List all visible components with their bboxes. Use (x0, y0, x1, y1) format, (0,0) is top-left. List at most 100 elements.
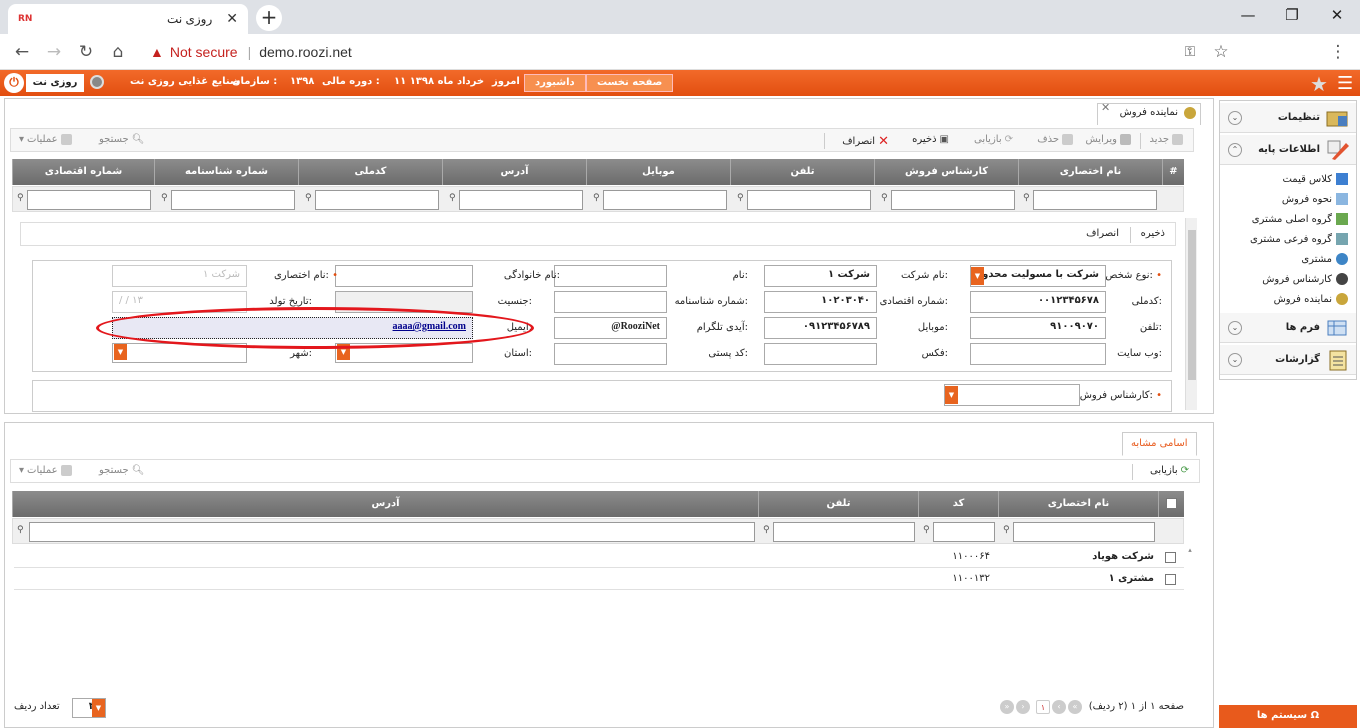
dropdown-arrow-icon[interactable]: ▼ (945, 386, 958, 404)
delete-button[interactable]: حذف (1037, 134, 1073, 145)
table-row[interactable]: مشتری ۱ ۱۱۰۰۱۳۲ (14, 568, 1184, 590)
operations-menu[interactable]: ▾ عملیات (19, 134, 72, 145)
last-page-icon[interactable]: » (1000, 700, 1014, 714)
row-checkbox[interactable] (1165, 574, 1176, 585)
person-type-select[interactable]: شرکت با مسولیت محدود (970, 265, 1106, 287)
close-tab-icon[interactable]: ✕ (1101, 101, 1110, 114)
national-code-input[interactable]: ۰۰۱۲۳۴۵۶۷۸ (970, 291, 1106, 313)
chevron-up-icon[interactable]: ⌃ (1228, 143, 1242, 157)
filter-icon[interactable]: ⚲ (763, 525, 770, 535)
filter-icon[interactable]: ⚲ (17, 525, 24, 535)
sidebar-item-sale-method[interactable]: نحوه فروش (1282, 193, 1348, 205)
new-tab-button[interactable]: + (256, 5, 282, 31)
col-phone[interactable]: تلفن (730, 159, 874, 185)
filter-icon[interactable]: ⚲ (593, 193, 600, 203)
website-input[interactable] (970, 343, 1106, 365)
table-row[interactable]: شرکت هویاد ۱۱۰۰۰۶۴ (14, 546, 1184, 568)
chevron-down-icon[interactable]: ⌄ (1228, 111, 1242, 125)
col-address[interactable]: آدرس (12, 491, 758, 517)
edit-button[interactable]: ویرایش (1086, 134, 1131, 145)
col-id-no[interactable]: شماره شناسنامه (154, 159, 298, 185)
browser-menu-icon[interactable]: ⋮ (1328, 42, 1348, 62)
dropdown-arrow-icon[interactable]: ▼ (114, 344, 127, 360)
filter-mobile[interactable] (603, 190, 727, 210)
sidebar-item-sales-expert[interactable]: کارشناس فروش (1262, 273, 1348, 285)
phone-input[interactable]: ۹۱۰۰۹۰۷۰ (970, 317, 1106, 339)
prev-page-icon[interactable]: ‹ (1052, 700, 1066, 714)
last-name-input[interactable] (335, 265, 473, 287)
tab-similar-names[interactable]: اسامی مشابه (1122, 432, 1197, 456)
back-icon[interactable]: ← (12, 42, 32, 62)
col-code[interactable]: کد (918, 491, 998, 517)
bookmark-star-icon[interactable]: ☆ (1211, 42, 1231, 62)
settings-circle-icon[interactable] (90, 75, 104, 89)
filter-icon[interactable]: ⚲ (161, 193, 168, 203)
chevron-down-icon[interactable]: ⌄ (1228, 321, 1242, 335)
cancel-button[interactable]: انصراف ✕ (842, 134, 889, 149)
row-checkbox[interactable] (1165, 552, 1176, 563)
sidebar-forms[interactable]: فرم ها ⌄ (1220, 313, 1356, 343)
current-page[interactable]: ۱ (1036, 700, 1050, 714)
new-button[interactable]: جدید (1150, 134, 1183, 145)
chevron-down-icon[interactable]: ⌄ (1228, 353, 1242, 367)
minimize-icon[interactable]: — (1236, 6, 1260, 24)
sidebar-base-info[interactable]: اطلاعات پایه ⌃ (1220, 135, 1356, 165)
similar-search-button[interactable]: جستجو 🔍︎ (99, 465, 144, 476)
similar-scrollbar[interactable]: ▴ (1184, 546, 1196, 692)
home-icon[interactable]: ⌂ (108, 42, 128, 62)
filter-icon[interactable]: ⚲ (1003, 525, 1010, 535)
sidebar-item-customer[interactable]: مشتری (1301, 253, 1348, 265)
filter-short-name[interactable] (1033, 190, 1157, 210)
filter-code[interactable] (933, 522, 995, 542)
filter-icon[interactable]: ⚲ (449, 193, 456, 203)
browser-tab[interactable]: RN روزی نت ✕ (8, 4, 248, 34)
filter-phone[interactable] (747, 190, 871, 210)
select-all-checkbox[interactable] (1166, 498, 1177, 509)
col-short-name[interactable]: نام اختصاری (1018, 159, 1162, 185)
systems-button[interactable]: سیستم ها Ω (1219, 705, 1357, 728)
company-name-input[interactable]: شرکت ۱ (764, 265, 877, 287)
col-national-code[interactable]: کدملی (298, 159, 442, 185)
search-button[interactable]: جستجو 🔍︎ (99, 134, 144, 145)
forward-icon[interactable]: → (44, 42, 64, 62)
filter-icon[interactable]: ⚲ (305, 193, 312, 203)
telegram-input[interactable]: @RooziNet (554, 317, 667, 339)
filter-phone[interactable] (773, 522, 915, 542)
save-button[interactable]: ذخیره ▣ (912, 134, 949, 145)
reload-icon[interactable]: ↻ (76, 42, 96, 62)
power-icon[interactable]: ⏻ (4, 73, 24, 93)
col-sales-expert[interactable]: کارشناس فروش (874, 159, 1018, 185)
filter-economic-no[interactable] (27, 190, 151, 210)
col-short-name[interactable]: نام اختصاری (998, 491, 1158, 517)
short-name-input[interactable]: شرکت ۱ (112, 265, 247, 287)
filter-sales-expert[interactable] (891, 190, 1015, 210)
refresh-button[interactable]: بازیابی ⟳ (974, 134, 1013, 145)
col-economic-no[interactable]: شماره اقتصادی (12, 159, 154, 185)
col-mobile[interactable]: موبایل (586, 159, 730, 185)
sidebar-settings[interactable]: تنظیمات ⌄ (1220, 103, 1356, 133)
sidebar-item-price-class[interactable]: کلاس قیمت (1282, 173, 1348, 185)
filter-icon[interactable]: ⚲ (1023, 193, 1030, 203)
home-button[interactable]: صفحه نخست (586, 74, 674, 92)
key-icon[interactable]: ⚿ (1180, 44, 1200, 60)
form-save-button[interactable]: ذخیره (1141, 228, 1165, 239)
economic-no-input[interactable]: ۱۰۲۰۳۰۴۰ (764, 291, 877, 313)
filter-icon[interactable]: ⚲ (923, 525, 930, 535)
mobile-input[interactable]: ۰۹۱۲۳۴۵۶۷۸۹ (764, 317, 877, 339)
next-page-icon[interactable]: › (1016, 700, 1030, 714)
tab-sales-rep[interactable]: نماینده فروش (1096, 103, 1201, 125)
form-scrollbar[interactable] (1185, 218, 1197, 410)
sidebar-reports[interactable]: گزارشات ⌄ (1220, 345, 1356, 375)
dashboard-button[interactable]: داشبورد (524, 74, 586, 92)
id-no-input[interactable] (554, 291, 667, 313)
first-page-icon[interactable]: « (1068, 700, 1082, 714)
similar-operations-menu[interactable]: ▾ عملیات (19, 465, 72, 476)
close-tab-icon[interactable]: ✕ (226, 11, 238, 27)
filter-id-no[interactable] (171, 190, 295, 210)
url-field[interactable]: ▲ Not secure | demo.roozi.net (140, 40, 1240, 64)
filter-address[interactable] (29, 522, 755, 542)
filter-address[interactable] (459, 190, 583, 210)
sales-expert-select[interactable] (944, 384, 1080, 406)
filter-national-code[interactable] (315, 190, 439, 210)
dropdown-arrow-icon[interactable]: ▼ (92, 699, 105, 717)
